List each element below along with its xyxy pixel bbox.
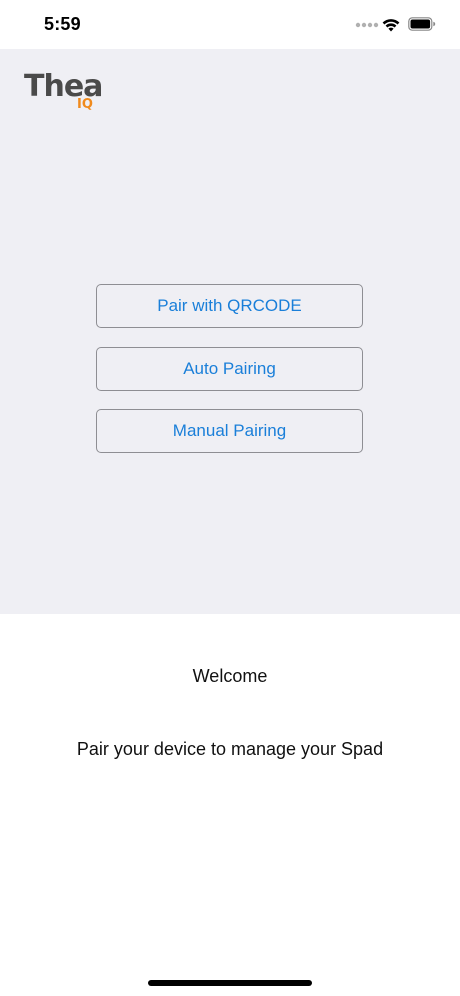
logo-sub-text: IQ [77,97,93,112]
welcome-title: Welcome [192,666,268,686]
status-bar: 5:59 [0,0,460,50]
manual-pairing-button[interactable]: Manual Pairing [96,409,363,453]
home-indicator[interactable] [148,980,312,986]
signal-dots-icon [355,22,379,28]
pairing-panel [0,49,460,614]
status-time: 5:59 [44,14,81,34]
pair-with-qrcode-button[interactable]: Pair with QRCODE [96,284,363,328]
wifi-icon [382,19,400,32]
battery-icon [408,17,436,31]
thea-iq-logo: Thea IQ [24,72,104,118]
welcome-message: Pair your device to manage your Spad [76,739,384,759]
auto-pairing-button[interactable]: Auto Pairing [96,347,363,391]
